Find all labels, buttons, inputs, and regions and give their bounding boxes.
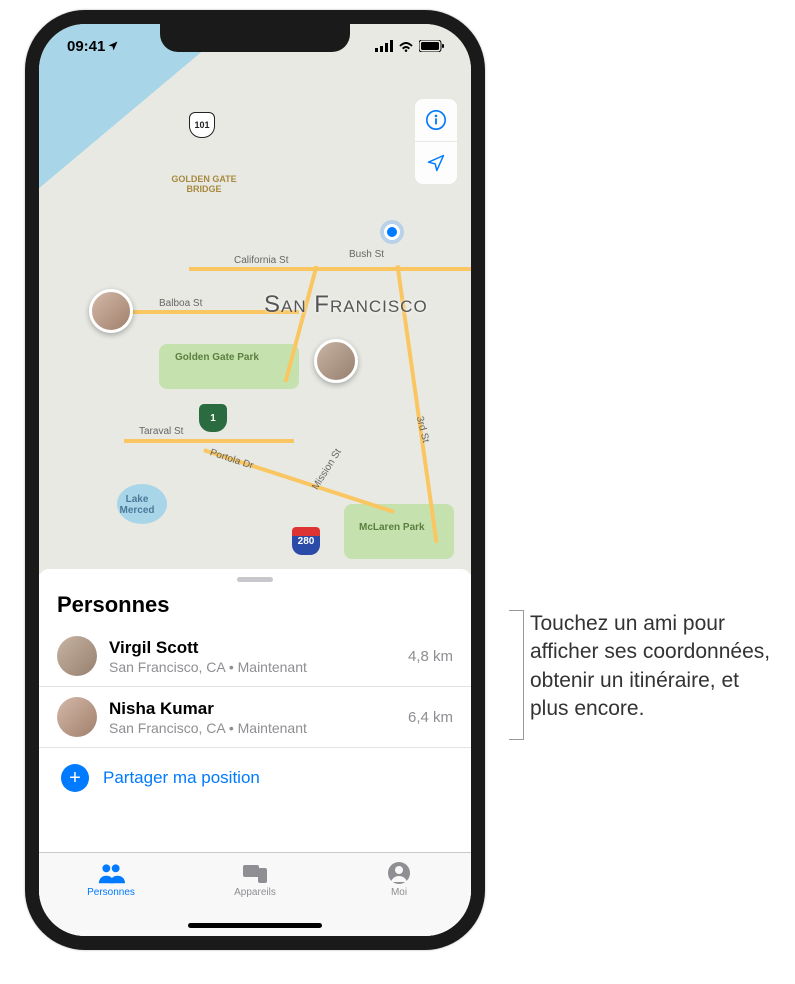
map-street-label: Balboa St <box>159 298 202 309</box>
phone-frame: 09:41 San Francisco GOLDEN GATE BRID <box>25 10 485 950</box>
map-street-label: 3rd St <box>414 415 431 444</box>
map-locate-button[interactable] <box>415 142 457 184</box>
tab-label: Personnes <box>87 887 135 898</box>
map-view[interactable]: San Francisco GOLDEN GATE BRIDGE Golden … <box>39 24 471 574</box>
person-name: Virgil Scott <box>109 638 396 658</box>
person-distance: 4,8 km <box>408 648 453 665</box>
tab-people[interactable]: Personnes <box>51 861 171 936</box>
person-icon <box>387 861 411 885</box>
tab-label: Appareils <box>234 887 276 898</box>
person-subtitle: San Francisco, CA • Maintenant <box>109 659 396 675</box>
user-location-dot[interactable] <box>384 224 400 240</box>
map-label-lake: Lake Merced <box>107 494 167 516</box>
person-distance: 6,4 km <box>408 709 453 726</box>
person-subtitle: San Francisco, CA • Maintenant <box>109 720 396 736</box>
callout-text: Touchez un ami pour afficher ses coordon… <box>530 610 780 723</box>
person-name: Nisha Kumar <box>109 699 396 719</box>
devices-icon <box>241 862 269 884</box>
highway-shield-1: 1 <box>199 404 227 432</box>
person-row[interactable]: Virgil Scott San Francisco, CA • Mainten… <box>39 626 471 687</box>
map-label-bridge: GOLDEN GATE BRIDGE <box>169 174 239 194</box>
people-icon <box>97 861 125 885</box>
tab-label: Moi <box>391 887 407 898</box>
highway-shield-280: 280 <box>292 527 320 555</box>
battery-icon <box>419 40 445 52</box>
map-street-label: Portola Dr <box>208 447 254 471</box>
screen: 09:41 San Francisco GOLDEN GATE BRID <box>39 24 471 936</box>
avatar <box>57 697 97 737</box>
avatar <box>57 636 97 676</box>
status-time: 09:41 <box>67 38 105 55</box>
callout-bracket <box>494 610 524 740</box>
map-info-button[interactable] <box>415 99 457 141</box>
map-label-mclaren: McLaren Park <box>359 522 425 533</box>
tab-me[interactable]: Moi <box>339 861 459 936</box>
panel-title: Personnes <box>39 592 471 626</box>
map-person-pin[interactable] <box>89 289 133 333</box>
location-services-icon <box>107 40 119 52</box>
panel-drag-handle[interactable] <box>237 577 273 582</box>
home-indicator[interactable] <box>188 923 322 928</box>
map-park <box>159 344 299 389</box>
notch <box>160 24 350 52</box>
location-arrow-icon <box>426 153 446 173</box>
map-street-label: California St <box>234 255 288 266</box>
info-icon <box>425 109 447 131</box>
map-controls <box>415 99 457 184</box>
plus-icon: + <box>61 764 89 792</box>
cellular-icon <box>375 40 393 52</box>
highway-shield-101: 101 <box>189 112 215 138</box>
map-street-label: Mission St <box>310 447 344 492</box>
map-person-pin[interactable] <box>314 339 358 383</box>
share-location-label: Partager ma position <box>103 768 260 788</box>
map-street-label: Bush St <box>349 249 384 260</box>
map-label-ggpark: Golden Gate Park <box>175 352 259 363</box>
map-street-label: Taraval St <box>139 426 183 437</box>
person-row[interactable]: Nisha Kumar San Francisco, CA • Maintena… <box>39 687 471 748</box>
wifi-icon <box>398 40 414 52</box>
share-location-button[interactable]: + Partager ma position <box>39 748 471 808</box>
map-city-label: San Francisco <box>264 291 428 319</box>
bottom-panel[interactable]: Personnes Virgil Scott San Francisco, CA… <box>39 569 471 936</box>
